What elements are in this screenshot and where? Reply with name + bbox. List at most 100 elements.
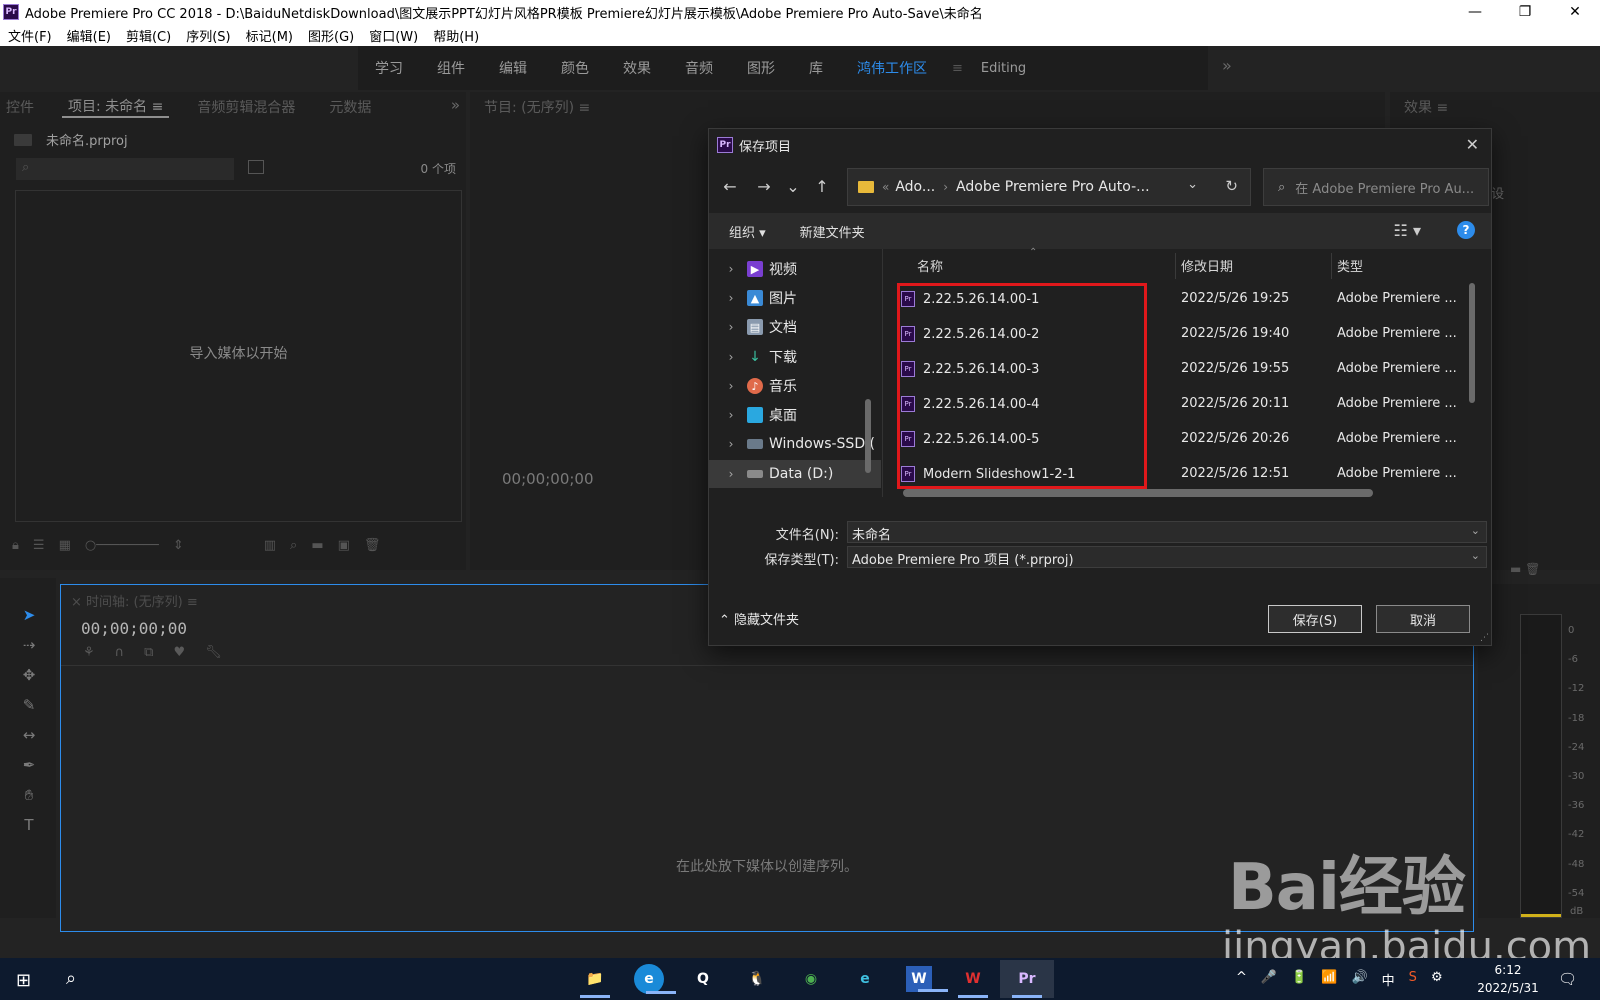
program-timecode[interactable]: 00;00;00;00 — [502, 470, 594, 488]
workspace-graphics[interactable]: 图形 — [730, 58, 792, 78]
minimize-button[interactable]: — — [1450, 0, 1500, 24]
nav-item-desktop[interactable]: › 桌面 — [709, 401, 881, 429]
file-list-vertical-scrollbar[interactable] — [1469, 283, 1475, 403]
file-row[interactable]: Pr 2.22.5.26.14.00-5 2022/5/26 20:26 Adob… — [885, 423, 1465, 457]
trash-icon[interactable]: 🗑︎ — [364, 538, 381, 553]
chevron-right-icon[interactable]: › — [721, 437, 741, 451]
cancel-button[interactable]: 取消 — [1376, 605, 1470, 633]
nav-item-music[interactable]: › ♪ 音乐 — [709, 372, 881, 400]
track-select-tool-icon[interactable]: ⇢ — [18, 636, 40, 658]
microphone-icon[interactable]: 🎤 — [1261, 970, 1277, 989]
automate-icon[interactable]: ▥ — [264, 538, 276, 553]
menu-graphics[interactable]: 图形(G) — [300, 26, 361, 45]
workspace-overflow-icon[interactable]: » — [1222, 56, 1232, 75]
new-item-icon[interactable]: ▣ — [338, 538, 350, 553]
menu-window[interactable]: 窗口(W) — [361, 26, 425, 45]
nav-item-pictures[interactable]: › ▲ 图片 — [709, 284, 881, 312]
tab-metadata[interactable]: 元数据 — [323, 97, 377, 117]
nav-item-windows-ssd[interactable]: › Windows-SSD ( — [709, 430, 881, 458]
notification-icon[interactable]: 🗨 — [1558, 970, 1577, 988]
menu-edit[interactable]: 编辑(E) — [59, 26, 118, 45]
filetype-select[interactable]: Adobe Premiere Pro 项目 (*.prproj) ⌄ — [847, 546, 1487, 568]
chrome-icon[interactable]: ◉ — [784, 960, 838, 998]
ripple-edit-tool-icon[interactable]: ✥ — [18, 666, 40, 688]
taskbar-clock[interactable]: 6:12 2022/5/31 — [1468, 961, 1548, 997]
word-icon[interactable]: W — [906, 966, 948, 992]
file-list-horizontal-scrollbar[interactable] — [903, 489, 1373, 497]
new-folder-button[interactable]: 新建文件夹 — [780, 222, 879, 241]
file-row[interactable]: Pr 2.22.5.26.14.00-3 2022/5/26 19:55 Adob… — [885, 353, 1465, 387]
workspace-learn[interactable]: 学习 — [358, 58, 420, 78]
chevron-right-icon[interactable]: › — [721, 291, 741, 305]
sogou-icon[interactable]: S — [1409, 970, 1417, 989]
workspace-editing-cn[interactable]: 编辑 — [482, 58, 544, 78]
icon-view-icon[interactable]: ▦ — [59, 538, 71, 553]
sort-icon[interactable]: ⇕ — [173, 538, 184, 553]
organize-button[interactable]: 组织 ▾ — [709, 222, 780, 241]
workspace-libraries[interactable]: 库 — [792, 58, 840, 78]
chevron-right-icon[interactable]: › — [721, 350, 741, 364]
menu-file[interactable]: 文件(F) — [0, 26, 59, 45]
menu-sequence[interactable]: 序列(S) — [178, 26, 237, 45]
column-header-date[interactable]: 修改日期 — [1181, 249, 1233, 281]
workspace-custom-active[interactable]: 鸿伟工作区 — [840, 58, 944, 78]
chevron-right-icon[interactable]: › — [721, 262, 741, 276]
search-icon[interactable]: ⌕ — [66, 968, 76, 989]
menu-clip[interactable]: 剪辑(C) — [118, 26, 178, 45]
zoom-slider[interactable]: ○──────── — [85, 538, 159, 553]
help-icon[interactable]: ? — [1457, 221, 1475, 239]
chevron-right-icon[interactable]: › — [721, 320, 741, 334]
hand-tool-icon[interactable]: ✋︎ — [18, 786, 40, 808]
tab-timeline[interactable]: × 时间轴: (无序列) ≡ — [71, 591, 198, 610]
ie-browser-icon[interactable]: e — [634, 964, 676, 994]
file-row[interactable]: Pr 2.22.5.26.14.00-4 2022/5/26 20:11 Adob… — [885, 388, 1465, 422]
project-media-area[interactable]: 导入媒体以开始 — [15, 190, 462, 522]
project-search-input[interactable]: ⌕ — [16, 158, 234, 180]
new-search-bin-icon[interactable] — [248, 160, 264, 174]
tray-overflow-icon[interactable]: ^ — [1236, 970, 1247, 989]
hide-folders-toggle[interactable]: ⌃ 隐藏文件夹 — [719, 609, 799, 628]
restore-button[interactable]: ❐ — [1500, 0, 1550, 24]
breadcrumb-parent[interactable]: Ado... — [895, 179, 935, 195]
windows-start-icon[interactable]: ⊞ — [16, 970, 31, 991]
chevron-right-icon[interactable]: › — [721, 408, 741, 422]
save-button[interactable]: 保存(S) — [1268, 605, 1362, 633]
slip-tool-icon[interactable]: ↔ — [18, 726, 40, 748]
battery-icon[interactable]: 🔋 — [1291, 970, 1307, 989]
workspace-effects[interactable]: 效果 — [606, 58, 668, 78]
pen-tool-icon[interactable]: ✒ — [18, 756, 40, 778]
workspace-menu-icon[interactable]: ≡ — [944, 61, 971, 76]
column-divider[interactable] — [1175, 253, 1176, 279]
column-divider[interactable] — [1331, 253, 1332, 279]
nest-icon[interactable]: ⚘ — [83, 645, 95, 660]
tab-effect-controls[interactable]: 控件 — [0, 97, 40, 117]
nav-item-documents[interactable]: › ▤ 文档 — [709, 313, 881, 341]
nav-item-data-d[interactable]: › Data (D:) — [709, 460, 881, 488]
panel-overflow-icon[interactable]: » — [451, 96, 460, 114]
lock-icon[interactable]: 🔒︎ — [12, 538, 19, 553]
nav-item-videos[interactable]: › ▶ 视频 — [709, 255, 881, 283]
back-arrow-icon[interactable]: ← — [713, 177, 747, 196]
workspace-audio[interactable]: 音频 — [668, 58, 730, 78]
chevron-right-icon[interactable]: › — [721, 379, 741, 393]
breadcrumb-current[interactable]: Adobe Premiere Pro Auto-... — [956, 179, 1149, 195]
chevron-down-icon[interactable]: ⌄ — [1471, 549, 1480, 562]
tab-audio-clip-mixer[interactable]: 音频剪辑混合器 — [191, 97, 301, 117]
type-tool-icon[interactable]: T — [18, 816, 40, 838]
filename-input[interactable]: 未命名 ⌄ — [847, 521, 1487, 543]
file-explorer-icon[interactable]: 📁 — [568, 960, 622, 998]
find-icon[interactable]: ⌕ — [290, 538, 297, 553]
file-row[interactable]: Pr Modern Slideshow1-2-1 2022/5/26 12:51 … — [885, 458, 1465, 492]
view-options-icon[interactable]: ☷ ▾ — [1394, 221, 1421, 240]
up-arrow-icon[interactable]: ↑ — [805, 177, 839, 196]
workspace-editing[interactable]: Editing — [971, 61, 1026, 76]
new-bin-icon[interactable]: ▬ 🗑︎ — [1510, 562, 1540, 576]
close-window-button[interactable]: ✕ — [1550, 0, 1600, 24]
input-method-icon[interactable]: 中 — [1382, 970, 1395, 989]
address-bar[interactable]: « Ado... › Adobe Premiere Pro Auto-... ⌄… — [847, 168, 1251, 206]
nav-item-downloads[interactable]: › ↓ 下载 — [709, 343, 881, 371]
chevron-down-icon[interactable]: ⌄ — [1471, 524, 1480, 537]
timeline-drop-area[interactable]: 在此处放下媒体以创建序列。 — [61, 665, 1473, 931]
wifi-icon[interactable]: 📶 — [1321, 970, 1337, 989]
menu-help[interactable]: 帮助(H) — [425, 26, 486, 45]
